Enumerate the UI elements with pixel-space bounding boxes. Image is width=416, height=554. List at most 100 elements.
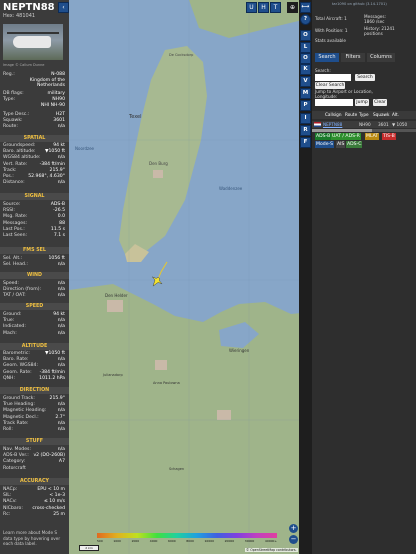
speed-row: Indicated: n/a bbox=[3, 324, 65, 330]
tab-search[interactable]: Search bbox=[315, 53, 339, 62]
altitude-value: 1011.2 hPa bbox=[39, 375, 65, 381]
with-position: With Position: 1 bbox=[315, 28, 348, 33]
altitude-tick: 500 bbox=[97, 539, 103, 543]
map-attribution[interactable]: © OpenStreetMap contributors. bbox=[245, 548, 298, 552]
control-o-3-button[interactable]: O bbox=[300, 53, 311, 64]
legend-ads-c[interactable]: ADS-C bbox=[346, 141, 363, 148]
section-direction: DIRECTION bbox=[0, 387, 69, 394]
rotor-shape bbox=[7, 32, 59, 34]
total-aircraft: Total Aircraft: 1 bbox=[315, 16, 347, 21]
altitude-tick: 30000 bbox=[244, 539, 255, 543]
signal-label: Messages: bbox=[3, 220, 28, 226]
signal-label: Last Seen: bbox=[3, 233, 28, 238]
country-row: Kingdom of the Netherlands bbox=[29, 78, 65, 88]
legend-mlat[interactable]: MLAT bbox=[365, 133, 380, 140]
tab-filters[interactable]: Filters bbox=[341, 53, 365, 62]
control-v-5-button[interactable]: V bbox=[300, 76, 311, 87]
control-i-8-button[interactable]: I bbox=[300, 113, 311, 124]
col-squawk[interactable]: Squawk bbox=[373, 112, 389, 117]
photo-credit: Image © Callum Dunne bbox=[3, 63, 45, 67]
signal-row: Messages: 88 bbox=[3, 221, 65, 227]
signal-row: Msg. Rate: 0.0 bbox=[3, 214, 65, 220]
fmssel-value: n/a bbox=[57, 262, 65, 268]
altitude-tick: 8000 bbox=[186, 539, 194, 543]
wind-label: TAT / OAT: bbox=[3, 293, 26, 299]
spatial-label: WGS84 altitude: bbox=[3, 155, 41, 161]
accuracy-label: NACv: bbox=[3, 499, 17, 505]
direction-label: Track Rate: bbox=[3, 420, 29, 426]
row-type: NH90 bbox=[359, 122, 371, 127]
direction-row: Track Rate: n/a bbox=[3, 421, 65, 427]
zoom-out-button[interactable]: − bbox=[289, 535, 298, 544]
legend-uat-ads-r[interactable]: UAT / ADS-R bbox=[331, 133, 361, 140]
signal-row: Last Pos.: 11.5 s bbox=[3, 227, 65, 233]
altitude-tick-labels: 500 1000 2000 4000 6000 8000 10000 20000 30000 40… bbox=[97, 539, 277, 544]
map-canvas[interactable]: Den Burg Texel De Cocksdorp Noordzee Wad… bbox=[69, 0, 311, 554]
clear-search-button[interactable]: Clear Search bbox=[315, 82, 345, 89]
control-r-9-button[interactable]: R bbox=[300, 125, 311, 136]
sidebar-panel: tar1090 on github (3.14.1701) Total Airc… bbox=[312, 0, 416, 554]
accuracy-value: ≤ 10 m/s bbox=[43, 499, 65, 505]
direction-value: n/a bbox=[57, 427, 65, 432]
stats-available-link[interactable]: Stats available bbox=[315, 38, 346, 43]
layers-icon[interactable]: ⊕ bbox=[287, 2, 298, 13]
jump-input[interactable] bbox=[315, 99, 353, 106]
control-u-button[interactable]: U bbox=[246, 2, 257, 13]
legend-mode-s[interactable]: Mode-S bbox=[315, 141, 335, 148]
table-scrollbar[interactable] bbox=[312, 129, 416, 132]
legend-ads-b[interactable]: ADS-B bbox=[315, 133, 332, 140]
signal-label: Msg. Rate: bbox=[3, 214, 28, 220]
version-link[interactable]: tar1090 on github (3.14.1701) bbox=[332, 2, 387, 6]
fmssel-row: Sel. Head.: n/a bbox=[3, 262, 65, 268]
control-m-6-button[interactable]: M bbox=[300, 88, 311, 99]
label-den-helder: Den Helder bbox=[105, 293, 128, 298]
table-row[interactable]: NEPTN88 NH90 3601 ▼ 1050 bbox=[312, 121, 416, 128]
hex-code: Hex: 481041 bbox=[3, 13, 36, 19]
section-altitude: ALTITUDE bbox=[0, 343, 69, 350]
spatial-label: Vert. Rate: bbox=[3, 161, 28, 167]
history-stat: History: 21241 positions bbox=[364, 26, 395, 36]
route-row: Route: n/a bbox=[3, 124, 65, 129]
row-callsign: NEPTN88 bbox=[323, 122, 343, 127]
col-route[interactable]: Route bbox=[345, 112, 357, 117]
altitude-tick: 6000 bbox=[168, 539, 176, 543]
tab-columns[interactable]: Columns bbox=[367, 53, 395, 62]
clear-jump-button[interactable]: Clear bbox=[373, 99, 387, 106]
section-signal: SIGNAL bbox=[0, 193, 69, 200]
control-h-button[interactable]: H bbox=[258, 2, 269, 13]
col-type[interactable]: Type bbox=[359, 112, 369, 117]
legend-tis-b[interactable]: TIS-B bbox=[382, 133, 396, 140]
control-help-button[interactable]: ? bbox=[300, 14, 311, 25]
control-t-button[interactable]: T bbox=[270, 2, 281, 13]
label-wieringen: Wieringen bbox=[229, 348, 250, 353]
speed-label: Mach: bbox=[3, 330, 17, 336]
direction-label: Magnetic Decl.: bbox=[3, 414, 39, 420]
map[interactable]: Den Burg Texel De Cocksdorp Noordzee Wad… bbox=[69, 0, 311, 554]
accuracy-label: NICbaro: bbox=[3, 505, 23, 511]
expand-arrows-icon[interactable]: ⟷ bbox=[300, 2, 311, 13]
search-button[interactable]: Search bbox=[355, 74, 375, 81]
collapse-panel-button[interactable]: ‹ bbox=[58, 2, 69, 13]
speed-value: n/a bbox=[57, 330, 65, 336]
aircraft-photo[interactable] bbox=[3, 24, 63, 60]
control-o-1-button[interactable]: O bbox=[300, 30, 311, 41]
jump-button[interactable]: Jump bbox=[355, 99, 369, 106]
control-l-2-button[interactable]: L bbox=[300, 42, 311, 53]
legend-ais[interactable]: AIS bbox=[336, 141, 346, 148]
wind-value: n/a bbox=[57, 293, 65, 299]
control-f-10-button[interactable]: F bbox=[300, 137, 311, 148]
label-anna-paulowna: Anna Paulowna bbox=[153, 381, 180, 385]
section-speed: SPEED bbox=[0, 303, 69, 310]
footer-note: Learn more about Mode S data type by hov… bbox=[3, 530, 61, 546]
row-squawk: 3601 bbox=[378, 122, 389, 127]
signal-label: Last Pos.: bbox=[3, 226, 25, 232]
col-alt[interactable]: Alt. bbox=[392, 112, 399, 117]
col-callsign[interactable]: Callsign bbox=[325, 112, 341, 117]
zoom-in-button[interactable]: + bbox=[289, 524, 298, 533]
label-texel: Texel bbox=[128, 114, 141, 120]
control-p-7-button[interactable]: P bbox=[300, 100, 311, 111]
search-input[interactable] bbox=[315, 74, 351, 81]
town-area bbox=[155, 360, 167, 370]
control-k-4-button[interactable]: K bbox=[300, 64, 311, 75]
direction-value: n/a bbox=[57, 408, 65, 414]
